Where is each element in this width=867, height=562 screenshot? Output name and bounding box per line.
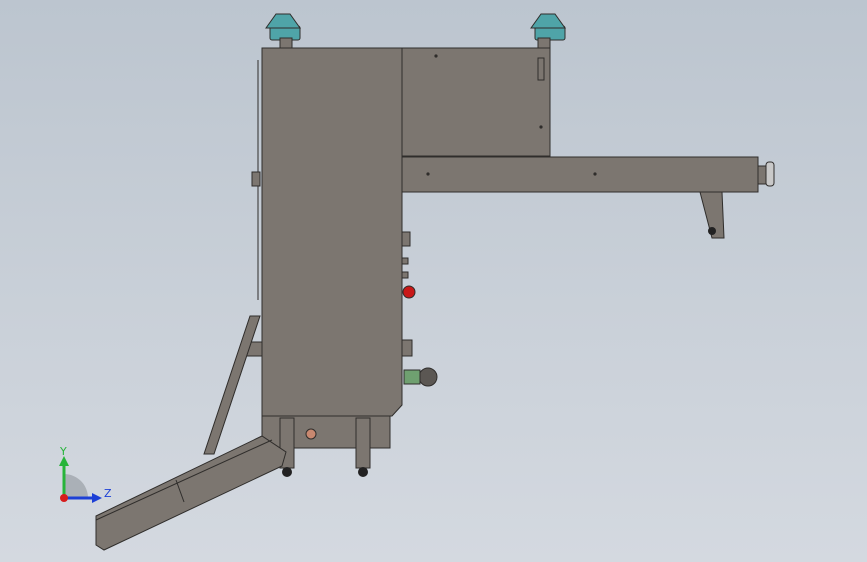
z-axis-label: Z xyxy=(104,487,112,500)
control-block-3 xyxy=(401,271,409,279)
y-axis-label: Y xyxy=(59,445,67,458)
caster-right xyxy=(358,467,368,477)
upper-housing[interactable] xyxy=(401,47,551,157)
control-block-1 xyxy=(401,231,411,247)
arm-screw-1 xyxy=(426,172,430,176)
housing-screw-1 xyxy=(434,54,438,58)
arm-end-knob[interactable] xyxy=(757,161,775,187)
side-latch xyxy=(251,171,261,187)
horizontal-arm[interactable] xyxy=(401,156,759,193)
base-leg-left[interactable] xyxy=(279,417,295,477)
knob-base xyxy=(757,165,767,185)
model-canvas[interactable]: Y Z xyxy=(0,0,867,562)
housing-screw-2 xyxy=(539,125,543,129)
rotary-knob[interactable] xyxy=(418,367,438,387)
bracket-wheel xyxy=(708,227,716,235)
main-cabinet[interactable] xyxy=(261,47,403,417)
control-block-2 xyxy=(401,257,409,265)
green-indicator xyxy=(403,369,421,385)
knob-wheel xyxy=(765,161,775,187)
arm-screw-2 xyxy=(593,172,597,176)
emergency-button[interactable] xyxy=(402,285,416,299)
leg-right xyxy=(355,417,371,469)
x-axis-dot xyxy=(60,494,68,502)
foot-stem-left xyxy=(279,37,293,49)
base-indicator xyxy=(305,428,317,440)
caster-left xyxy=(282,467,292,477)
control-block-4 xyxy=(401,339,413,357)
base-leg-right[interactable] xyxy=(355,417,371,477)
cad-viewport[interactable]: Y Z xyxy=(0,0,867,562)
housing-vent xyxy=(537,57,545,81)
